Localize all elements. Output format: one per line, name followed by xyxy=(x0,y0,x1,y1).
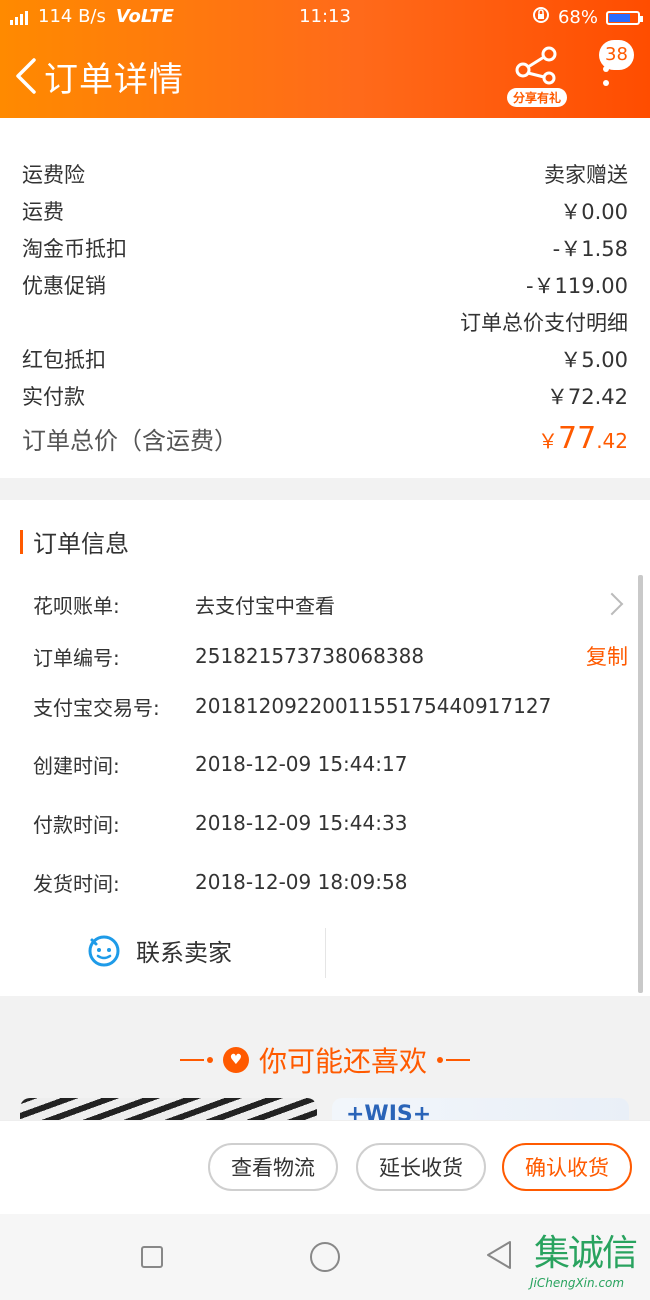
price-row: 淘金币抵扣 -￥1.58 xyxy=(22,230,628,266)
back-arrow-icon[interactable] xyxy=(12,56,40,96)
recommend-title: 你可能还喜欢 xyxy=(258,1045,427,1078)
extend-receipt-button[interactable]: 延长收货 xyxy=(356,1143,486,1191)
info-label: 发货时间: xyxy=(33,871,120,896)
page-title: 订单详情 xyxy=(44,60,184,100)
contact-seller-button[interactable]: 联系卖家 xyxy=(86,932,232,968)
order-number-row: 订单编号: 251821573738068388 复制 xyxy=(33,638,628,674)
recent-apps-icon[interactable] xyxy=(141,1246,163,1268)
chat-face-icon xyxy=(88,935,120,967)
info-label: 订单编号: xyxy=(33,645,120,670)
divider xyxy=(325,928,326,978)
info-label: 支付宝交易号: xyxy=(33,695,160,720)
price-label: 淘金币抵扣 xyxy=(22,237,127,261)
system-nav-bar: 集诚信 JiChengXin.com xyxy=(0,1214,650,1300)
left-dash xyxy=(179,1057,213,1063)
total-integer: 77 xyxy=(558,420,597,456)
share-icon xyxy=(515,46,557,85)
back-icon[interactable] xyxy=(486,1240,512,1270)
price-row: 实付款 ￥72.42 xyxy=(22,378,628,414)
price-row: 运费 ￥0.00 xyxy=(22,193,628,229)
info-label: 花呗账单: xyxy=(33,593,120,618)
watermark-cn: 集诚信 xyxy=(534,1233,638,1274)
currency-symbol: ￥ xyxy=(538,428,558,453)
info-label: 创建时间: xyxy=(33,753,120,778)
huabei-bill-row[interactable]: 花呗账单: 去支付宝中查看 xyxy=(33,586,628,622)
section-accent-bar xyxy=(20,529,23,554)
message-count-badge: 38 xyxy=(599,40,634,70)
watermark-en: JiChengXin.com xyxy=(530,1276,625,1290)
watermark-logo: 集诚信 JiChengXin.com xyxy=(530,1224,648,1294)
order-number: 251821573738068388 xyxy=(195,644,425,668)
heart-icon: ♥ xyxy=(222,1047,249,1073)
status-bar: 114 B/s VoLTE 11:13 68% xyxy=(0,0,650,36)
order-detail-page: 114 B/s VoLTE 11:13 68% 订单详情 分享有礼 38 运费险… xyxy=(0,0,650,1300)
home-icon[interactable] xyxy=(310,1242,340,1272)
alipay-trade-row: 支付宝交易号: 2018120922001155175440917127 xyxy=(33,688,628,724)
price-label: 红包抵扣 xyxy=(22,348,106,372)
price-value: ￥72.42 xyxy=(546,385,628,409)
price-row: 运费险 卖家赠送 xyxy=(22,156,628,192)
order-info-title: 订单信息 xyxy=(33,530,129,558)
price-value: 卖家赠送 xyxy=(544,163,628,187)
alipay-trade-number: 2018120922001155175440917127 xyxy=(195,694,552,718)
battery-percent: 68% xyxy=(557,7,598,28)
price-summary: 运费险 卖家赠送 运费 ￥0.00 淘金币抵扣 -￥1.58 优惠促销 -￥11… xyxy=(0,118,650,478)
price-label: 运费 xyxy=(22,200,64,224)
more-menu-icon[interactable] xyxy=(600,66,612,106)
order-info-section: 订单信息 花呗账单: 去支付宝中查看 订单编号: 251821573738068… xyxy=(0,500,650,996)
share-button[interactable]: 分享有礼 xyxy=(505,46,569,110)
info-value: 2018-12-09 15:44:33 xyxy=(195,811,408,835)
payment-detail-link[interactable]: 订单总价支付明细 xyxy=(460,307,628,337)
price-row: 优惠促销 -￥119.00 xyxy=(22,267,628,303)
chevron-right-icon xyxy=(600,592,624,616)
price-row[interactable]: 订单总价支付明细 xyxy=(22,304,628,340)
recommend-heading: ♥ 你可能还喜欢 xyxy=(0,1040,650,1080)
contact-seller-label: 联系卖家 xyxy=(136,938,232,967)
order-total-row: 订单总价（含运费） ￥77.42 xyxy=(22,418,628,458)
paid-time-row: 付款时间: 2018-12-09 15:44:33 xyxy=(33,805,628,841)
share-label: 分享有礼 xyxy=(506,88,567,107)
contact-area: 联系卖家 xyxy=(0,928,650,988)
action-bar: 查看物流 延长收货 确认收货 xyxy=(0,1120,650,1215)
header: 114 B/s VoLTE 11:13 68% 订单详情 分享有礼 38 xyxy=(0,0,650,118)
lock-rotation-icon xyxy=(532,6,550,29)
info-value: 去支付宝中查看 xyxy=(195,593,335,618)
info-label: 付款时间: xyxy=(33,812,120,837)
right-dash xyxy=(437,1057,470,1063)
price-value: -￥119.00 xyxy=(525,274,628,298)
status-right: 68% xyxy=(532,6,643,29)
price-value: ￥5.00 xyxy=(560,348,628,372)
section-title: 订单信息 xyxy=(20,524,129,559)
total-decimal: .42 xyxy=(596,428,628,453)
order-total-label: 订单总价（含运费） xyxy=(22,426,238,455)
shipped-time-row: 发货时间: 2018-12-09 18:09:58 xyxy=(33,864,628,900)
scrollbar[interactable] xyxy=(638,575,643,993)
created-time-row: 创建时间: 2018-12-09 15:44:17 xyxy=(33,746,628,782)
battery-icon xyxy=(606,10,643,25)
price-label: 运费险 xyxy=(22,163,85,187)
nav-bar: 订单详情 分享有礼 xyxy=(0,38,650,118)
price-label: 优惠促销 xyxy=(22,274,106,298)
copy-button[interactable]: 复制 xyxy=(586,641,628,671)
order-total-value: ￥77.42 xyxy=(538,421,628,456)
view-logistics-button[interactable]: 查看物流 xyxy=(208,1143,338,1191)
info-value: 2018-12-09 15:44:17 xyxy=(195,752,408,776)
price-row: 红包抵扣 ￥5.00 xyxy=(22,341,628,377)
info-value: 2018-12-09 18:09:58 xyxy=(195,870,408,894)
price-value: -￥1.58 xyxy=(552,237,628,261)
confirm-receipt-button[interactable]: 确认收货 xyxy=(502,1143,632,1191)
price-value: ￥0.00 xyxy=(560,200,628,224)
price-label: 实付款 xyxy=(22,385,85,409)
